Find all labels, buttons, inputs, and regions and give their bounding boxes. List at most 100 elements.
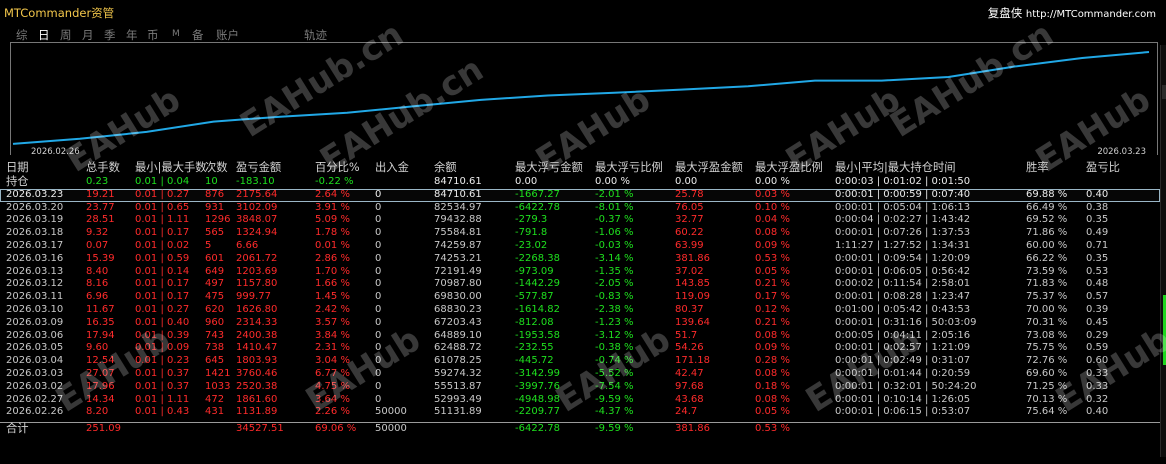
cell-maxdd: -4948.98 — [515, 393, 560, 405]
tab-0[interactable]: 综 — [16, 27, 28, 43]
right-scrollbar[interactable] — [1160, 45, 1166, 457]
table-row[interactable]: 2026.03.19 28.51 0.01 | 1.11 1296 3848.07 5.0… — [0, 214, 1160, 227]
cell-maxfp-pct: 0.03 % — [755, 188, 790, 200]
table-row[interactable]: 2026.03.11 6.96 0.01 | 0.17 475 999.77 1.45 %… — [0, 291, 1160, 304]
cell-pct: 3.64 % — [315, 393, 350, 405]
cell-minmax: 0.01 | 0.40 — [135, 316, 190, 328]
cell-pl: 0.35 — [1086, 252, 1109, 264]
table-row[interactable]: 2026.03.17 0.07 0.01 | 0.02 5 6.66 0.01 % 0 742… — [0, 240, 1160, 253]
column-header[interactable]: 百分比% — [315, 160, 360, 176]
cell-maxfp: 381.86 — [675, 423, 710, 435]
cell-maxdd-pct: -0.38 % — [595, 342, 634, 354]
cell-maxfp-pct: 0.21 % — [755, 278, 790, 290]
tab-4[interactable]: 季 — [104, 27, 116, 43]
cell-maxfp-pct: 0.05 % — [755, 265, 790, 277]
cell-pct: 69.06 % — [315, 423, 357, 435]
cell-maxfp: 42.47 — [675, 367, 704, 379]
cell-lots: 9.32 — [86, 227, 109, 239]
column-header[interactable]: 最小|最大手数 — [135, 160, 207, 176]
cell-minmax: 0.01 | 0.37 — [135, 380, 190, 392]
cell-maxfp: 54.26 — [675, 342, 704, 354]
cell-maxfp: 119.09 — [675, 291, 710, 303]
cell-pl: 0.33 — [1086, 380, 1109, 392]
tab-3[interactable]: 月 — [82, 27, 94, 43]
column-header[interactable]: 盈亏金额 — [236, 160, 281, 176]
cell-lots: 19.21 — [86, 188, 115, 200]
table-row[interactable]: 2026.03.05 9.60 0.01 | 0.09 738 1410.47 2.31 … — [0, 342, 1160, 355]
table-row[interactable]: 2026.03.04 12.54 0.01 | 0.23 645 1803.93 3.04… — [0, 355, 1160, 368]
cell-time: 0:00:01 | 0:10:14 | 1:26:05 — [835, 393, 971, 405]
cell-pl: 0.33 — [1086, 367, 1109, 379]
column-header[interactable]: 最大浮盈比例 — [755, 160, 823, 176]
cell-win: 69.60 % — [1026, 367, 1068, 379]
cell-maxfp-pct: 0.04 % — [755, 214, 790, 226]
table-row[interactable]: 2026.03.12 8.16 0.01 | 0.17 497 1157.80 1.66 … — [0, 278, 1160, 291]
cell-flow: 0 — [375, 303, 382, 315]
column-header[interactable]: 最小|平均|最大持仓时间 — [835, 160, 956, 176]
cell-maxfp-pct: 0.08 % — [755, 393, 790, 405]
column-header[interactable]: 次数 — [205, 160, 228, 176]
tab-7[interactable]: M — [172, 29, 180, 39]
column-header[interactable]: 出入金 — [375, 160, 409, 176]
cell-lots: 23.77 — [86, 201, 115, 213]
cell-minmax: 0.01 | 0.27 — [135, 188, 190, 200]
scroll-thumb[interactable] — [1162, 85, 1166, 99]
column-header[interactable]: 最大浮盈金额 — [675, 160, 743, 176]
cell-pnl: 3848.07 — [236, 214, 278, 226]
brand-url[interactable]: http://MTCommander.com — [1026, 9, 1156, 20]
table-row[interactable]: 2026.03.13 8.40 0.01 | 0.14 649 1203.69 1.70 … — [0, 266, 1160, 279]
chart-date-start: 2026.02.26 — [31, 147, 80, 157]
tab-10[interactable]: 轨迹 — [304, 27, 327, 43]
table-row[interactable]: 2026.03.06 17.94 0.01 | 0.39 743 2400.38 3.84… — [0, 330, 1160, 343]
cell-pnl: 1203.69 — [236, 265, 278, 277]
table-row[interactable]: 2026.02.26 8.20 0.01 | 0.43 431 1131.89 2.26 … — [0, 406, 1160, 419]
cell-maxdd: -23.02 — [515, 239, 548, 251]
tab-5[interactable]: 年 — [126, 27, 138, 43]
brand-link[interactable]: 复盘侠 http://MTCommander.com — [988, 5, 1156, 21]
cell-maxdd-pct: -0.74 % — [595, 355, 634, 367]
column-header[interactable]: 余额 — [434, 160, 457, 176]
tab-2[interactable]: 周 — [60, 27, 72, 43]
cell-lots: 15.39 — [86, 252, 115, 264]
tab-6[interactable]: 币 — [147, 27, 159, 43]
table-row[interactable]: 2026.03.20 23.77 0.01 | 0.65 931 3102.09 3.91… — [0, 202, 1160, 215]
cell-maxdd: -791.8 — [515, 227, 548, 239]
cell-balance: 75584.81 — [434, 227, 482, 239]
holding-row[interactable]: 持仓 0.23 0.01 | 0.04 10 -183.10 -0.22 % 84710.6… — [0, 175, 1160, 189]
cell-flow: 0 — [375, 252, 382, 264]
cell-pct: 0.01 % — [315, 239, 350, 251]
cell-count: 431 — [205, 406, 225, 418]
column-header[interactable]: 总手数 — [86, 160, 120, 176]
table-row[interactable]: 2026.03.09 16.35 0.01 | 0.40 960 2314.33 3.57… — [0, 317, 1160, 330]
column-header[interactable]: 最大浮亏金额 — [515, 160, 583, 176]
table-row[interactable]: 2026.03.23 19.21 0.01 | 0.27 876 2175.64 2.64… — [0, 188, 1160, 202]
column-header[interactable]: 盈亏比 — [1086, 160, 1120, 176]
cell-minmax: 0.01 | 0.39 — [135, 329, 190, 341]
table-row[interactable]: 2026.03.03 27.07 0.01 | 0.37 1421 3760.46 6.7… — [0, 368, 1160, 381]
cell-maxfp: 381.86 — [675, 252, 710, 264]
column-header[interactable]: 最大浮亏比例 — [595, 160, 663, 176]
cell-maxdd: -6422.78 — [515, 201, 560, 213]
tab-1[interactable]: 日 — [38, 27, 50, 43]
cell-maxfp-pct: 0.08 % — [755, 227, 790, 239]
cell-maxfp: 63.99 — [675, 239, 704, 251]
table-row[interactable]: 2026.02.27 14.34 0.01 | 1.11 472 1861.60 3.64… — [0, 394, 1160, 407]
cell-pnl: 2314.33 — [236, 316, 278, 328]
table-row[interactable]: 2026.03.10 11.67 0.01 | 0.27 620 1626.80 2.42… — [0, 304, 1160, 317]
tab-8[interactable]: 备 — [192, 27, 204, 43]
cell-date: 2026.03.05 — [6, 342, 64, 354]
tab-9[interactable]: 账户 — [216, 27, 239, 43]
cell-lots: 17.96 — [86, 380, 115, 392]
cell-balance: 84710.61 — [434, 188, 482, 200]
cell-flow: 0 — [375, 380, 382, 392]
column-header[interactable]: 日期 — [6, 160, 29, 176]
column-header[interactable]: 胜率 — [1026, 160, 1049, 176]
table-row[interactable]: 2026.03.18 9.32 0.01 | 0.17 565 1324.94 1.78 … — [0, 227, 1160, 240]
cell-maxfp-pct: 0.53 % — [755, 252, 790, 264]
cell-flow: 50000 — [375, 423, 407, 435]
table-row[interactable]: 2026.03.02 17.96 0.01 | 0.37 1033 2520.38 4.7… — [0, 381, 1160, 394]
cell-win: 73.08 % — [1026, 329, 1068, 341]
cell-maxdd: -973.09 — [515, 265, 554, 277]
table-row[interactable]: 2026.03.16 15.39 0.01 | 0.59 601 2061.72 2.86… — [0, 253, 1160, 266]
cell-flow: 0 — [375, 188, 382, 200]
